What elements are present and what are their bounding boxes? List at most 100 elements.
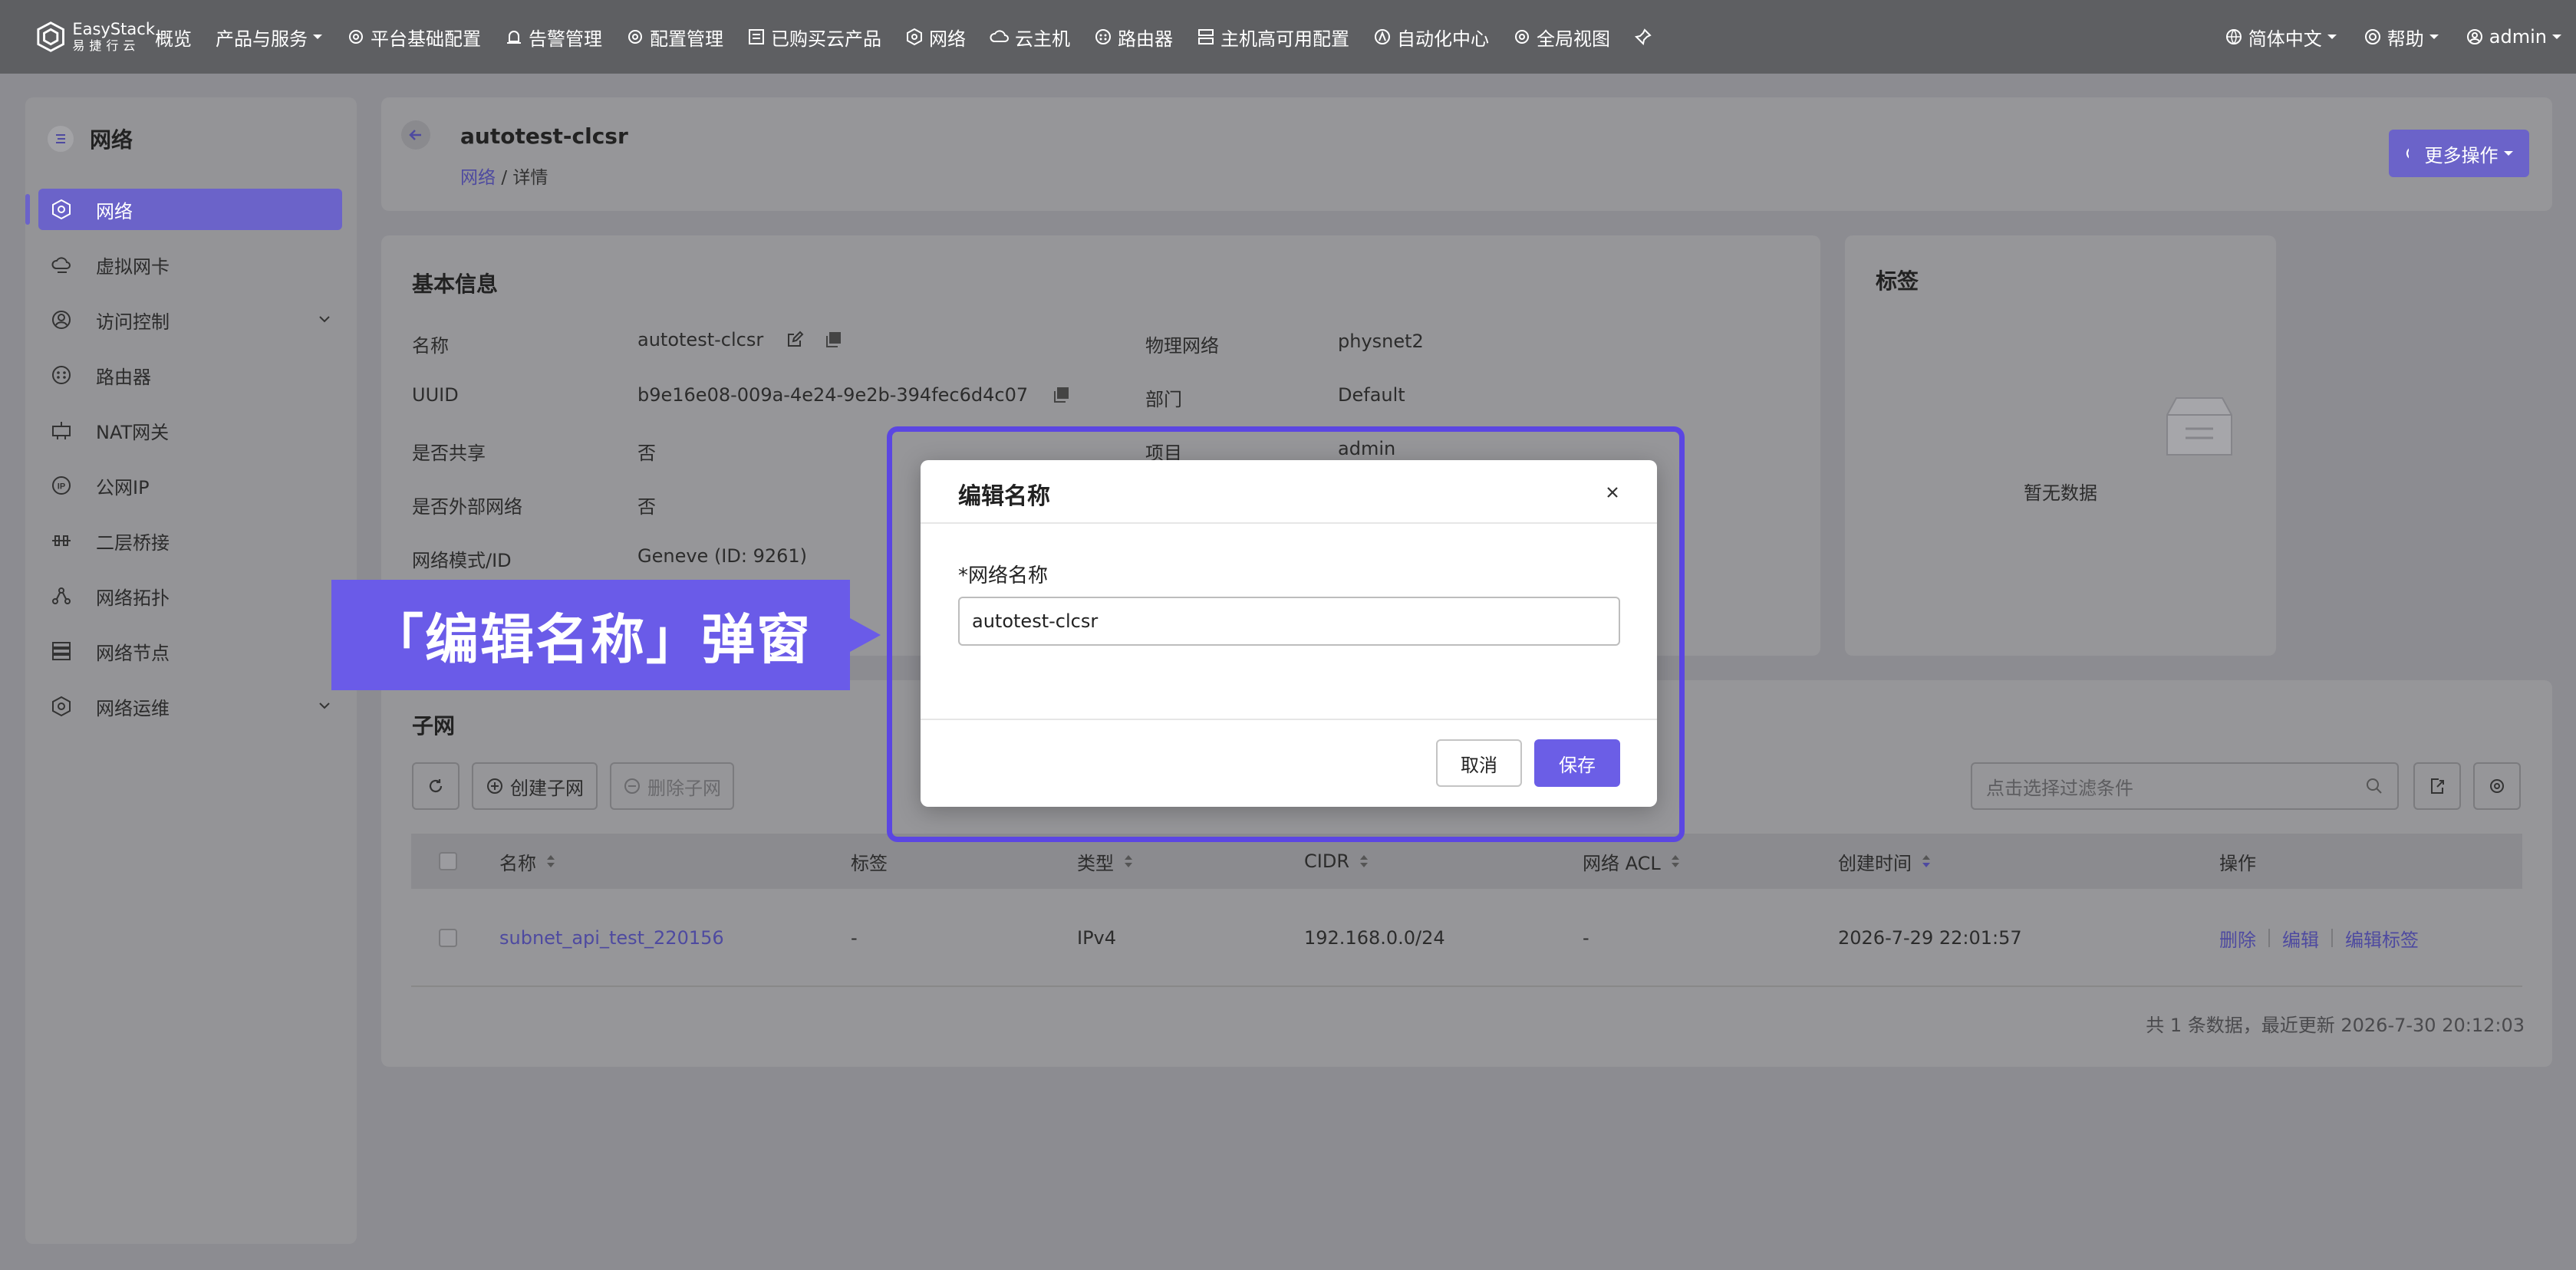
- subnet-name-link[interactable]: subnet_api_test_220156: [499, 889, 724, 987]
- sidebar-item-topology[interactable]: 网络拓扑: [25, 568, 357, 623]
- user-menu[interactable]: admin: [2466, 26, 2562, 48]
- cloud-icon: [990, 30, 1009, 42]
- network-name-input[interactable]: autotest-clcsr: [958, 597, 1620, 646]
- cell-tag: -: [851, 927, 858, 949]
- edit-icon[interactable]: [785, 330, 805, 350]
- save-button[interactable]: 保存: [1534, 739, 1620, 787]
- nav-config-management[interactable]: 配置管理: [626, 24, 723, 51]
- divider: [2268, 929, 2270, 947]
- search-icon: [2367, 778, 2382, 794]
- globe-icon: [2225, 29, 2242, 44]
- sidebar-header: 网络: [47, 123, 133, 154]
- pin-button[interactable]: [1634, 28, 1652, 46]
- help-label: 帮助: [2387, 28, 2424, 50]
- sidebar-item-network-ops[interactable]: 网络运维: [25, 679, 357, 734]
- sidebar-menu: 网络 虚拟网卡 访问控制 路由器 NAT网关 IP 公网IP 二层桥接 网络拓扑…: [25, 182, 357, 734]
- language-selector[interactable]: 简体中文: [2225, 24, 2337, 51]
- sort-desc-icon: [1922, 855, 1930, 867]
- nav-label: 告警管理: [529, 28, 602, 50]
- nav-host-ha[interactable]: 主机高可用配置: [1197, 24, 1349, 51]
- select-all-checkbox[interactable]: [439, 834, 457, 889]
- network-icon: [52, 199, 71, 220]
- checkbox[interactable]: [439, 852, 457, 870]
- sidebar-item-label: NAT网关: [96, 421, 170, 443]
- row-checkbox[interactable]: [439, 889, 457, 987]
- col-created[interactable]: 创建时间: [1838, 834, 1932, 889]
- nav-overview[interactable]: 概览: [155, 24, 192, 51]
- sidebar-item-access-control[interactable]: 访问控制: [25, 292, 357, 347]
- nav-products-services[interactable]: 产品与服务: [216, 24, 323, 51]
- nav-global-view[interactable]: 全局视图: [1513, 24, 1610, 51]
- col-label: 网络 ACL: [1583, 852, 1661, 874]
- nav-network[interactable]: 网络: [905, 24, 966, 51]
- delete-subnet-button[interactable]: 删除子网: [610, 762, 734, 810]
- back-button[interactable]: [401, 120, 430, 150]
- sort-icon: [547, 855, 555, 867]
- nav-label: 已购买云产品: [771, 28, 881, 50]
- create-subnet-button[interactable]: 创建子网: [472, 762, 598, 810]
- tags-card: 标签 暂无数据: [1845, 235, 2276, 656]
- filter-input[interactable]: 点击选择过滤条件: [1971, 762, 2399, 810]
- gear-icon: [1515, 30, 1529, 44]
- nav-label: 网络: [929, 28, 966, 50]
- nav-cloud-host[interactable]: 云主机: [990, 24, 1070, 51]
- nav-label: 配置管理: [650, 28, 723, 50]
- sidebar-item-public-ip[interactable]: IP 公网IP: [25, 458, 357, 513]
- nav-alarm[interactable]: 告警管理: [505, 24, 602, 51]
- logo[interactable]: EasyStack 易捷行云: [35, 21, 155, 53]
- sidebar-item-label: 访问控制: [96, 311, 170, 333]
- close-icon[interactable]: [1602, 482, 1623, 503]
- col-label: 名称: [499, 852, 536, 874]
- table-footer-summary: 共 1 条数据，最近更新 2026-7-30 20:12:03: [2146, 1015, 2525, 1036]
- empty-data-text: 暂无数据: [2024, 482, 2097, 504]
- settings-button[interactable]: [2473, 762, 2521, 810]
- cancel-button[interactable]: 取消: [1436, 739, 1522, 787]
- col-tag: 标签: [851, 834, 888, 889]
- nav-router[interactable]: 路由器: [1094, 24, 1173, 51]
- col-name[interactable]: 名称: [499, 834, 556, 889]
- annotation-callout: 「编辑名称」弹窗: [331, 580, 850, 690]
- sidebar-item-network-node[interactable]: 网络节点: [25, 623, 357, 679]
- menu-collapse-icon[interactable]: [47, 125, 74, 153]
- nav-platform-config[interactable]: 平台基础配置: [347, 24, 481, 51]
- logo-text-en: EasyStack: [72, 20, 155, 38]
- sidebar: 网络 网络 虚拟网卡 访问控制 路由器 NAT网关 IP 公网IP 二层桥接 网…: [25, 97, 357, 1244]
- sort-icon: [1360, 855, 1368, 867]
- router-icon: [1095, 29, 1111, 44]
- delete-action-link[interactable]: 删除: [2219, 925, 2256, 952]
- info-label: 名称: [412, 335, 449, 357]
- info-label: 物理网络: [1145, 335, 1219, 357]
- export-button[interactable]: [2413, 762, 2461, 810]
- help-menu[interactable]: 帮助: [2364, 24, 2439, 51]
- router-icon: [52, 366, 71, 384]
- sidebar-item-router[interactable]: 路由器: [25, 347, 357, 403]
- more-actions-button[interactable]: 更多操作: [2409, 130, 2529, 177]
- edit-tags-action-link[interactable]: 编辑标签: [2345, 925, 2419, 952]
- sidebar-item-vnic[interactable]: 虚拟网卡: [25, 237, 357, 292]
- edit-action-link[interactable]: 编辑: [2282, 925, 2319, 952]
- checkbox[interactable]: [439, 929, 457, 947]
- cell-cidr: 192.168.0.0/24: [1304, 927, 1445, 949]
- nav-purchased-products[interactable]: 已购买云产品: [747, 24, 881, 51]
- export-icon: [2431, 778, 2444, 794]
- sidebar-item-network[interactable]: 网络: [25, 182, 357, 237]
- info-value: 否: [637, 443, 656, 464]
- copy-icon[interactable]: [1051, 385, 1071, 405]
- gear-icon: [2490, 779, 2504, 793]
- breadcrumb-link-network[interactable]: 网络: [460, 168, 496, 188]
- arrow-left-icon: [409, 130, 421, 140]
- col-actions: 操作: [2219, 834, 2256, 889]
- sidebar-item-nat-gateway[interactable]: NAT网关: [25, 403, 357, 458]
- sidebar-item-bridge[interactable]: 二层桥接: [25, 513, 357, 568]
- gear-icon: [349, 30, 363, 44]
- subnet-refresh-button[interactable]: [412, 762, 460, 810]
- topbar-right: 简体中文 帮助 admin: [2199, 0, 2562, 74]
- user-label: admin: [2489, 26, 2547, 48]
- access-control-icon: [52, 311, 71, 329]
- modal-title: 编辑名称: [958, 483, 1050, 510]
- delete-subnet-label: 删除子网: [647, 777, 721, 799]
- cell-created: 2026-7-29 22:01:57: [1838, 927, 2022, 949]
- chevron-down-icon: [319, 316, 330, 323]
- nav-automation[interactable]: 自动化中心: [1373, 24, 1489, 51]
- copy-icon[interactable]: [823, 330, 843, 350]
